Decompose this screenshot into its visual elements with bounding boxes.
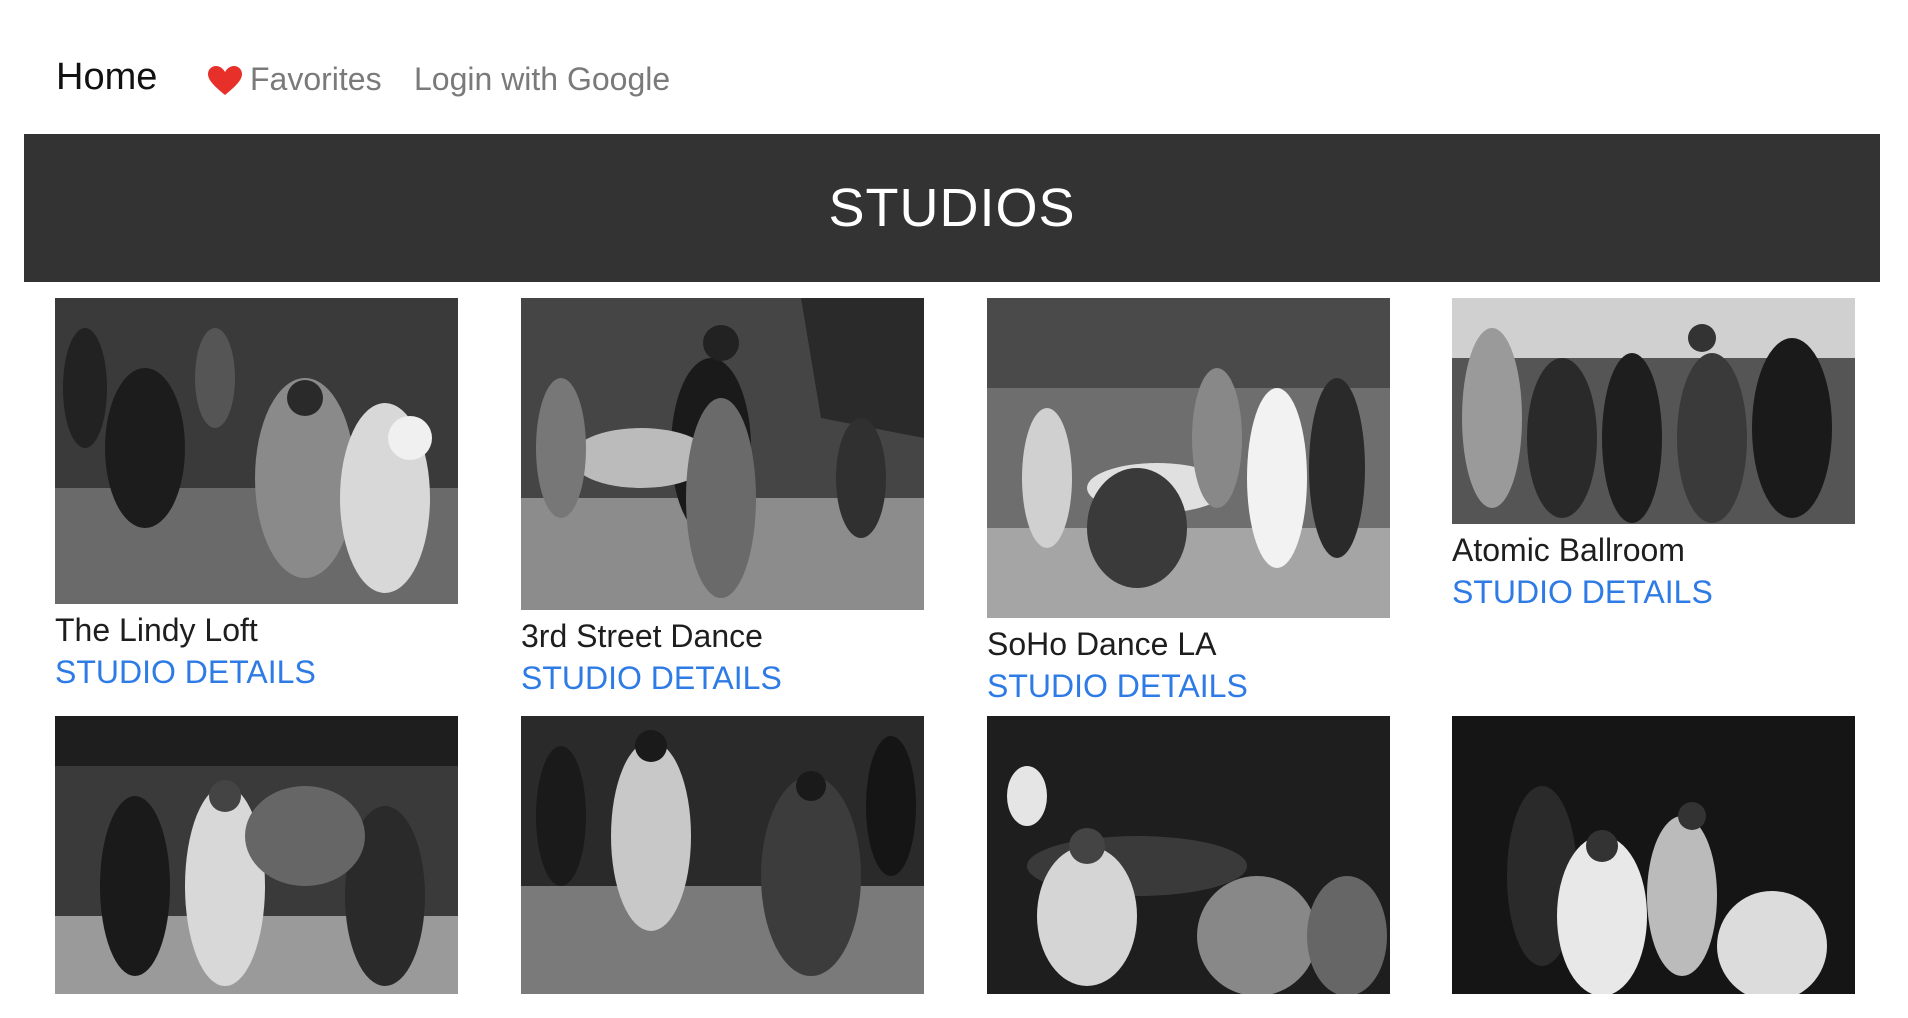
nav-home-link[interactable]: Home [56,56,157,98]
nav-favorites-label: Favorites [250,61,382,97]
nav-login-google-link[interactable]: Login with Google [414,58,670,100]
studio-card: 3rd Street Dance STUDIO DETAILS [521,298,924,700]
studio-name: SoHo Dance LA [987,626,1217,662]
studio-photo[interactable] [1452,716,1855,994]
studio-name: Atomic Ballroom [1452,532,1685,568]
heart-icon [208,64,242,95]
studios-banner: STUDIOS [24,134,1880,282]
studio-photo[interactable] [987,716,1390,994]
studio-card [987,716,1390,1018]
studio-photo[interactable] [521,298,924,610]
studio-photo[interactable] [1452,298,1855,524]
studio-details-link[interactable]: STUDIO DETAILS [1452,570,1713,614]
studio-card [521,716,924,1018]
studio-card: SoHo Dance LA STUDIO DETAILS [987,298,1390,708]
studio-name: 3rd Street Dance [521,618,763,654]
studio-card [1452,716,1855,1018]
nav-favorites-link[interactable]: Favorites [208,58,382,100]
studio-details-link[interactable]: STUDIO DETAILS [521,656,782,700]
studio-photo[interactable] [521,716,924,994]
studio-photo[interactable] [987,298,1390,618]
studio-details-link[interactable]: STUDIO DETAILS [987,664,1248,708]
studio-card: Atomic Ballroom STUDIO DETAILS [1452,298,1855,614]
studio-card [55,716,458,1018]
top-nav: Home Favorites Login with Google [0,0,1908,134]
studio-photo[interactable] [55,298,458,604]
studio-photo[interactable] [55,716,458,994]
studio-details-link[interactable]: STUDIO DETAILS [55,650,316,694]
studio-card: The Lindy Loft STUDIO DETAILS [55,298,458,694]
studio-name: The Lindy Loft [55,612,258,648]
page-title: STUDIOS [828,178,1076,238]
